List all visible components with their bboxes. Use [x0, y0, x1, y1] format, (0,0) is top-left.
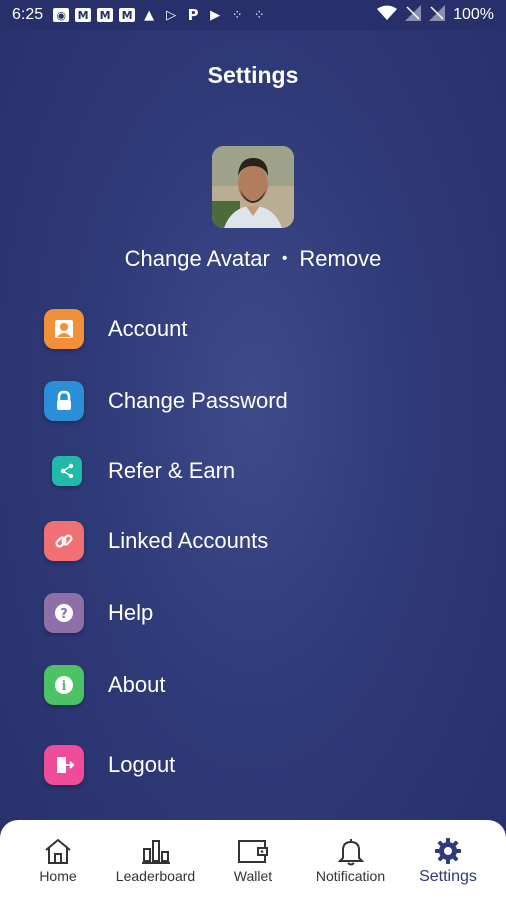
- nav-label: Leaderboard: [115, 868, 196, 884]
- signal-off-icon: [429, 5, 446, 25]
- nav-label: Home: [39, 868, 77, 884]
- menu-item-refer-earn[interactable]: Refer & Earn: [44, 450, 235, 492]
- question-icon: ?: [44, 593, 84, 633]
- nav-settings[interactable]: Settings: [400, 820, 496, 900]
- bottom-nav: Home Leaderboard Wallet Notification Set…: [0, 820, 506, 900]
- svg-text:i: i: [62, 679, 67, 694]
- link-icon: [44, 521, 84, 561]
- signal-off-icon: [405, 5, 422, 25]
- nav-label: Notification: [315, 868, 386, 884]
- nav-home[interactable]: Home: [10, 820, 106, 900]
- leaderboard-icon: [141, 834, 171, 868]
- gear-icon: [433, 834, 463, 868]
- menu-label: About: [108, 672, 166, 697]
- separator-dot: •: [281, 250, 288, 267]
- menu-label: Linked Accounts: [108, 528, 269, 553]
- menu-item-logout[interactable]: Logout: [44, 744, 175, 786]
- nav-label: Wallet: [233, 868, 273, 884]
- play-store-icon: ▷: [166, 7, 177, 23]
- menu-item-about[interactable]: i About: [44, 664, 166, 706]
- menu-label: Account: [108, 316, 188, 341]
- mail-icon: M: [75, 8, 92, 22]
- nav-leaderboard[interactable]: Leaderboard: [108, 820, 204, 900]
- home-icon: [43, 834, 73, 868]
- camera-app-icon: ◉: [53, 8, 70, 22]
- svg-text:?: ?: [60, 607, 68, 622]
- nav-wallet[interactable]: Wallet: [205, 820, 301, 900]
- menu-item-linked-accounts[interactable]: Linked Accounts: [44, 520, 268, 562]
- lock-icon: [44, 381, 84, 421]
- page-title: Settings: [207, 62, 299, 88]
- menu-item-account[interactable]: Account: [44, 308, 188, 350]
- menu-label: Change Password: [108, 388, 288, 413]
- status-time: 6:25: [12, 6, 44, 23]
- menu-item-help[interactable]: ? Help: [44, 592, 153, 634]
- menu-label: Refer & Earn: [108, 458, 236, 483]
- mail-icon: M: [97, 8, 114, 22]
- status-bar: 6:25 ◉ M M M ▲ ▷ P ▶ ⁘ ⁘ 100%: [0, 0, 506, 30]
- menu-label: Logout: [108, 752, 176, 777]
- person-icon: [44, 309, 84, 349]
- share-icon: [52, 456, 82, 486]
- nav-notification[interactable]: Notification: [303, 820, 399, 900]
- youtube-icon: ▶: [210, 7, 221, 23]
- info-icon: i: [44, 665, 84, 705]
- network-icon: ⁘: [253, 7, 265, 23]
- wallet-icon: [237, 834, 269, 868]
- nav-label: Settings: [419, 868, 477, 885]
- p-app-icon: P: [187, 6, 199, 24]
- change-avatar-link[interactable]: Change Avatar: [125, 246, 270, 272]
- logout-icon: [44, 745, 84, 785]
- mail-icon: M: [119, 8, 136, 22]
- avatar[interactable]: [212, 146, 294, 228]
- wifi-icon: [377, 5, 398, 25]
- network-icon: ⁘: [231, 7, 243, 23]
- warning-icon: ▲: [144, 7, 155, 23]
- bell-icon: [336, 834, 366, 868]
- menu-label: Help: [108, 600, 154, 625]
- menu-item-change-password[interactable]: Change Password: [44, 380, 288, 422]
- remove-avatar-link[interactable]: Remove: [299, 246, 381, 272]
- battery-level: 100%: [453, 6, 494, 23]
- avatar-actions: Change Avatar • Remove: [0, 246, 506, 272]
